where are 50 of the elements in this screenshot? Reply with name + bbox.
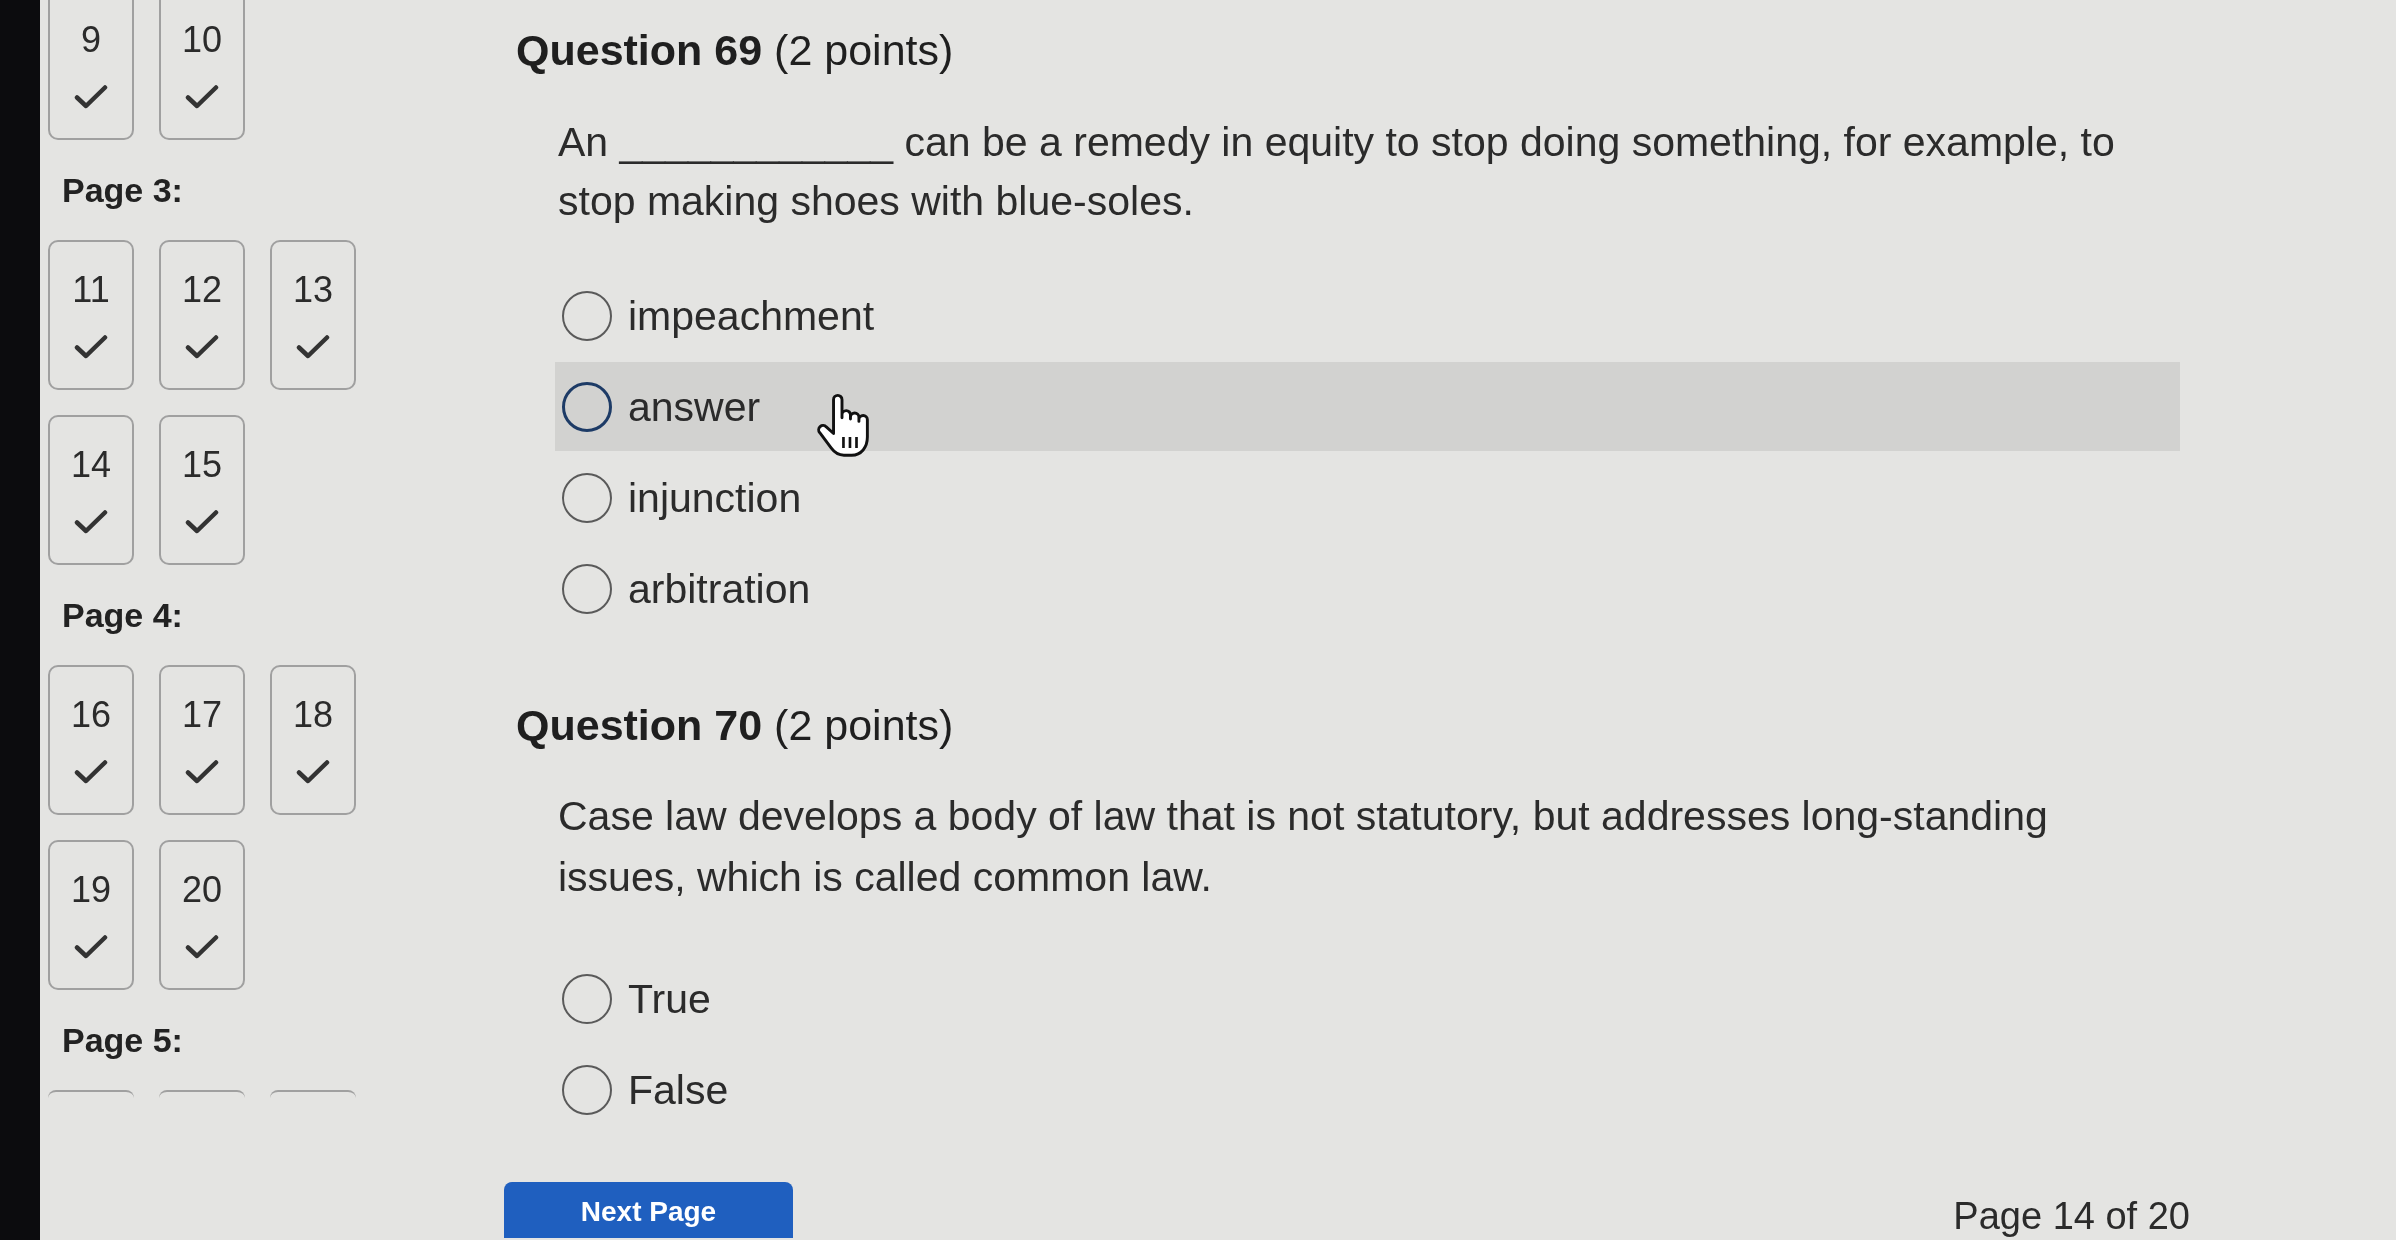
option-label: impeachment bbox=[628, 291, 875, 340]
radio-button[interactable] bbox=[562, 290, 612, 341]
question-text: Case law develops a body of law that is not statutory, but addresses long-standing issues, which is called common law. bbox=[558, 792, 2049, 902]
radio-button[interactable] bbox=[562, 973, 612, 1024]
option-label: False bbox=[628, 1065, 729, 1114]
check-icon bbox=[185, 84, 219, 110]
check-icon bbox=[74, 509, 108, 535]
question-heading: Question 69 (2 points) bbox=[516, 27, 954, 73]
radio-button[interactable] bbox=[562, 472, 612, 523]
check-icon bbox=[74, 759, 108, 785]
option-label: answer bbox=[628, 382, 761, 431]
question-tile[interactable]: 17 bbox=[159, 665, 245, 815]
question-tile[interactable]: 14 bbox=[48, 415, 134, 565]
question-text: An ____________ can be a remedy in equity to stop doing something, for example, to stop making shoes with blue-soles. bbox=[558, 118, 2116, 226]
next-page-button[interactable]: Next Page bbox=[504, 1182, 793, 1238]
page-indicator: Page 14 of 20 bbox=[1953, 1194, 2190, 1238]
question-tile[interactable]: 9 bbox=[48, 0, 134, 140]
check-icon bbox=[185, 509, 219, 535]
option-label: arbitration bbox=[628, 564, 811, 613]
answer-option[interactable]: impeachment bbox=[555, 271, 2180, 360]
question-tile[interactable]: 18 bbox=[270, 665, 356, 815]
check-icon bbox=[74, 334, 108, 360]
option-label: injunction bbox=[628, 473, 802, 522]
check-icon bbox=[296, 759, 330, 785]
check-icon bbox=[185, 759, 219, 785]
page-label: Page 5: bbox=[62, 1020, 183, 1060]
question-tile[interactable]: 12 bbox=[159, 240, 245, 390]
question-tile[interactable]: 13 bbox=[270, 240, 356, 390]
question-tile[interactable]: 16 bbox=[48, 665, 134, 815]
radio-button[interactable] bbox=[562, 1064, 612, 1115]
answer-option[interactable]: False bbox=[555, 1045, 2180, 1134]
radio-button[interactable] bbox=[562, 381, 612, 432]
question-tile[interactable]: 19 bbox=[48, 840, 134, 990]
page-label: Page 4: bbox=[62, 595, 183, 635]
question-heading: Question 70 (2 points) bbox=[516, 702, 954, 748]
check-icon bbox=[185, 934, 219, 960]
check-icon bbox=[185, 334, 219, 360]
answer-option[interactable]: True bbox=[555, 954, 2180, 1043]
check-icon bbox=[296, 334, 330, 360]
option-label: True bbox=[628, 974, 711, 1023]
question-tile[interactable]: 15 bbox=[159, 415, 245, 565]
page-label: Page 3: bbox=[62, 170, 183, 210]
question-tile[interactable]: 20 bbox=[159, 840, 245, 990]
question-tile[interactable]: 11 bbox=[48, 240, 134, 390]
check-icon bbox=[74, 84, 108, 110]
answer-option[interactable]: arbitration bbox=[555, 544, 2180, 633]
radio-button[interactable] bbox=[562, 563, 612, 614]
check-icon bbox=[74, 934, 108, 960]
question-tile[interactable]: 10 bbox=[159, 0, 245, 140]
answer-option[interactable]: injunction bbox=[555, 453, 2180, 542]
